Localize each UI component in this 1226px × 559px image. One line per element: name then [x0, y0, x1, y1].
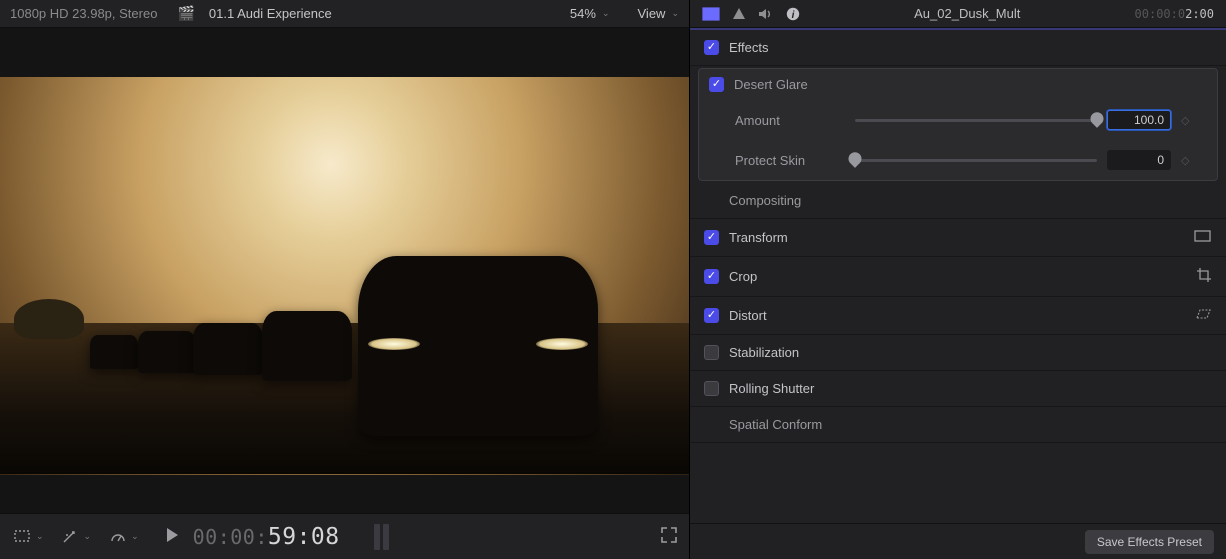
- timecode-bright: 59:08: [268, 524, 340, 550]
- checkbox-desert-glare[interactable]: [709, 77, 724, 92]
- viewer-body: [0, 28, 689, 513]
- inspector-body: Effects Desert Glare Amount 100.0 ◇ Prot…: [690, 30, 1226, 523]
- viewer-header: 1080p HD 23.98p, Stereo 🎬 01.1 Audi Expe…: [0, 0, 689, 28]
- value-amount[interactable]: 100.0: [1107, 110, 1171, 130]
- wand-icon: [62, 530, 80, 544]
- color-triangle-icon: [732, 7, 746, 21]
- inspector-tabs: i: [702, 7, 800, 21]
- clapperboard-icon: 🎬: [177, 5, 194, 22]
- transform-icon: [14, 530, 32, 544]
- viewer-zoom-menu[interactable]: 54% ⌄: [570, 6, 610, 21]
- keyframe-protect-icon[interactable]: ◇: [1181, 154, 1193, 167]
- desert-glare-label: Desert Glare: [734, 77, 1207, 92]
- section-effects[interactable]: Effects: [690, 30, 1226, 66]
- checkbox-transform[interactable]: [704, 230, 719, 245]
- viewer-view-label: View: [638, 6, 666, 21]
- inspector-footer: Save Effects Preset: [690, 523, 1226, 559]
- param-protect-skin: Protect Skin 0 ◇: [709, 142, 1207, 172]
- chevron-down-icon: ⌄: [131, 531, 139, 542]
- transform-tool-menu[interactable]: ⌄: [12, 527, 46, 547]
- value-protect-skin[interactable]: 0: [1107, 150, 1171, 170]
- viewer-format-label: 1080p HD 23.98p, Stereo: [10, 6, 157, 21]
- slider-protect-skin[interactable]: [855, 159, 1097, 162]
- section-crop[interactable]: Crop: [690, 257, 1226, 297]
- checkbox-effects[interactable]: [704, 40, 719, 55]
- rolling-shutter-label: Rolling Shutter: [729, 381, 1212, 396]
- distort-icon[interactable]: [1194, 307, 1212, 324]
- stabilization-label: Stabilization: [729, 345, 1212, 360]
- section-rolling-shutter[interactable]: Rolling Shutter: [690, 371, 1226, 407]
- slider-amount[interactable]: [855, 119, 1097, 122]
- tab-info[interactable]: i: [786, 7, 800, 21]
- speedometer-icon: [109, 530, 127, 544]
- play-button[interactable]: [165, 527, 179, 546]
- section-stabilization[interactable]: Stabilization: [690, 335, 1226, 371]
- spatial-conform-label: Spatial Conform: [729, 417, 1212, 432]
- viewer-footer: ⌄ ⌄ ⌄ 00:00:59:08: [0, 513, 689, 559]
- keyframe-amount-icon[interactable]: ◇: [1181, 114, 1193, 127]
- chevron-down-icon: ⌄: [36, 531, 44, 542]
- compositing-label: Compositing: [729, 193, 1212, 208]
- chevron-down-icon: ⌄: [671, 8, 679, 19]
- inspector-timecode: 00:00:02:00: [1135, 7, 1214, 21]
- checkbox-rolling-shutter[interactable]: [704, 381, 719, 396]
- inspector-timecode-bright: 2:00: [1185, 7, 1214, 21]
- color-tool-menu[interactable]: ⌄: [60, 527, 94, 547]
- info-icon: i: [786, 7, 800, 21]
- tab-color[interactable]: [732, 7, 746, 21]
- param-protect-label: Protect Skin: [735, 153, 845, 168]
- effects-label: Effects: [729, 40, 1212, 55]
- viewer-timecode[interactable]: 00:00:59:08: [193, 524, 340, 550]
- checkbox-stabilization[interactable]: [704, 345, 719, 360]
- distort-label: Distort: [729, 308, 1184, 323]
- chevron-down-icon: ⌄: [602, 8, 610, 19]
- speaker-icon: [758, 7, 774, 21]
- param-amount: Amount 100.0 ◇: [709, 102, 1207, 132]
- param-amount-label: Amount: [735, 113, 845, 128]
- viewer-clip-title: 01.1 Audi Experience: [209, 6, 332, 21]
- viewer-canvas[interactable]: [0, 77, 689, 475]
- transform-rect-icon[interactable]: [1194, 229, 1212, 246]
- transform-label: Transform: [729, 230, 1184, 245]
- viewer-pane: 1080p HD 23.98p, Stereo 🎬 01.1 Audi Expe…: [0, 0, 690, 559]
- crop-icon[interactable]: [1196, 267, 1212, 286]
- section-compositing[interactable]: Compositing: [690, 183, 1226, 219]
- crop-label: Crop: [729, 269, 1186, 284]
- checkbox-distort[interactable]: [704, 308, 719, 323]
- viewer-view-menu[interactable]: View ⌄: [638, 6, 680, 21]
- tab-video[interactable]: [702, 7, 720, 21]
- retime-tool-menu[interactable]: ⌄: [107, 527, 141, 547]
- timecode-dim: 00:00:: [193, 525, 268, 549]
- inspector-pane: i Au_02_Dusk_Mult 00:00:02:00 Effects De…: [690, 0, 1226, 559]
- save-effects-preset-button[interactable]: Save Effects Preset: [1085, 530, 1214, 554]
- tab-audio[interactable]: [758, 7, 774, 21]
- play-icon: [165, 527, 179, 543]
- checkbox-crop[interactable]: [704, 269, 719, 284]
- svg-text:i: i: [792, 10, 795, 21]
- inspector-timecode-dim: 00:00:0: [1135, 7, 1186, 21]
- section-spatial-conform[interactable]: Spatial Conform: [690, 407, 1226, 443]
- section-distort[interactable]: Distort: [690, 297, 1226, 335]
- chevron-down-icon: ⌄: [84, 531, 92, 542]
- viewer-zoom-label: 54%: [570, 6, 596, 21]
- section-transform[interactable]: Transform: [690, 219, 1226, 257]
- filmstrip-icon: [702, 7, 720, 21]
- fullscreen-icon: [661, 527, 677, 543]
- fullscreen-button[interactable]: [661, 527, 677, 546]
- audio-meters: [374, 524, 389, 550]
- inspector-header: i Au_02_Dusk_Mult 00:00:02:00: [690, 0, 1226, 28]
- effect-desert-glare: Desert Glare Amount 100.0 ◇ Protect Skin…: [698, 68, 1218, 181]
- inspector-clip-name: Au_02_Dusk_Mult: [812, 6, 1123, 21]
